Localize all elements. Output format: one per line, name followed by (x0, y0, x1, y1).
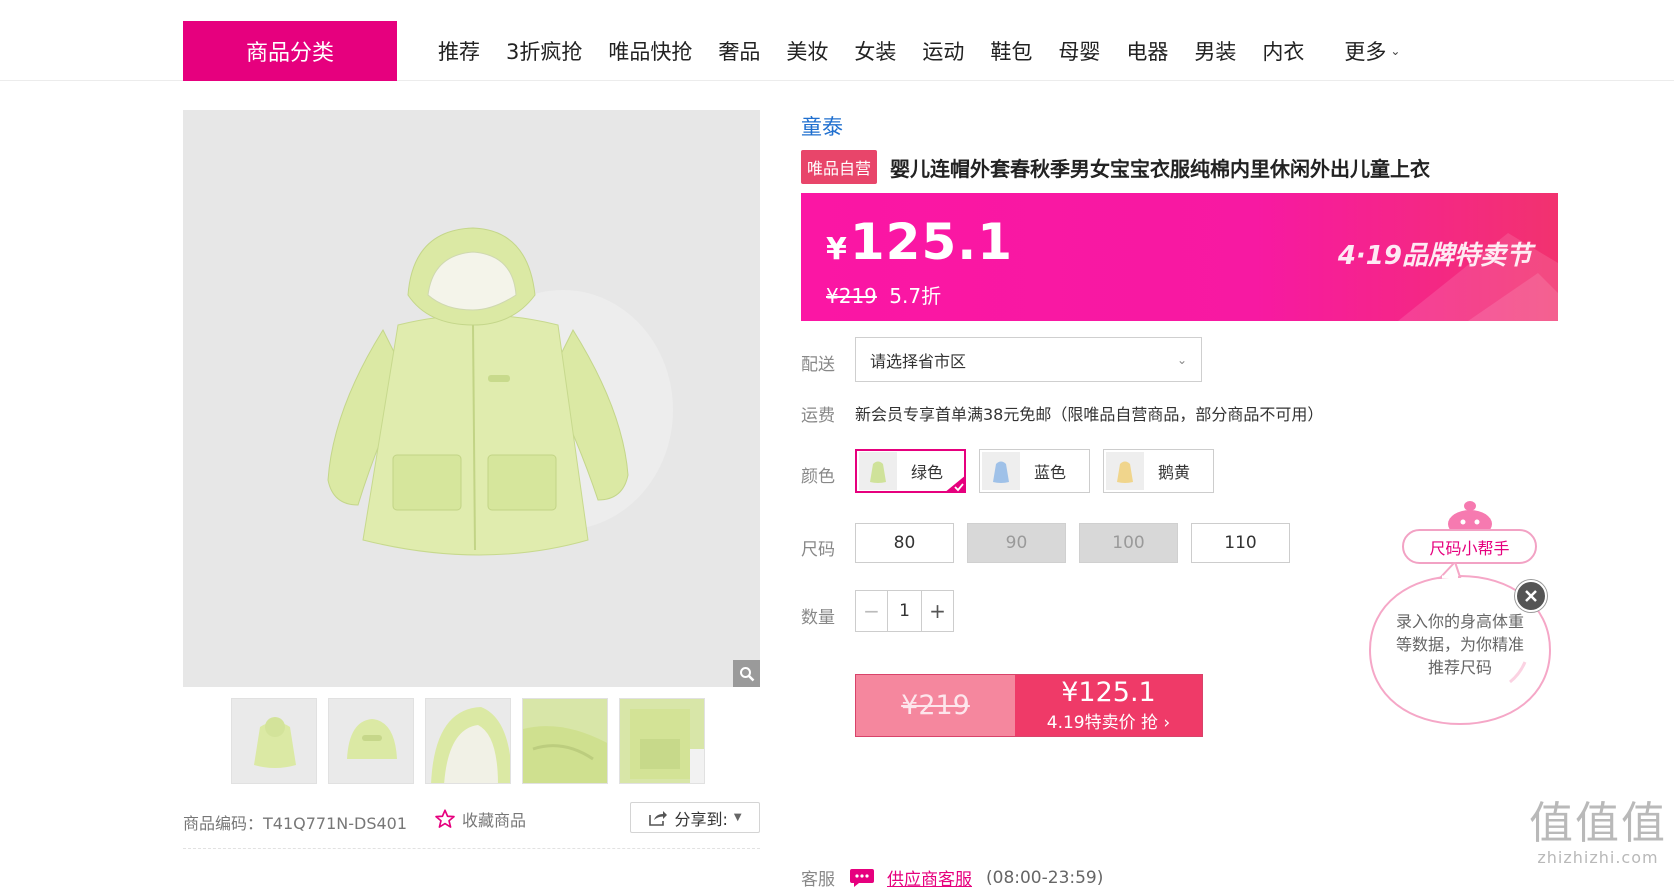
watermark: 值值值 zhizhizhi.com (1528, 798, 1668, 868)
thumbnail-3[interactable] (425, 698, 511, 784)
original-price: ¥219 (826, 284, 877, 308)
title-row: 唯品自营 婴儿连帽外套春秋季男女宝宝衣服纯棉内里休闲外出儿童上衣 (801, 150, 1430, 184)
color-option-green[interactable]: 绿色 (855, 449, 966, 493)
nav-item-women[interactable]: 女装 (854, 36, 896, 66)
size-helper-close-button[interactable] (1515, 580, 1547, 612)
thumbnail-5[interactable] (619, 698, 705, 784)
share-button[interactable]: 分享到: ▼ (630, 802, 760, 833)
service-label: 客服 (801, 870, 835, 890)
thumbnail-1[interactable] (231, 698, 317, 784)
nav-item-luxury[interactable]: 奢品 (718, 36, 760, 66)
size-options: 80 90 100 110 (855, 523, 1290, 563)
color-option-yellow[interactable]: 鹅黄 (1103, 449, 1214, 493)
color-label: 颜色 (801, 467, 835, 487)
favorite-button[interactable]: 收藏商品 (434, 807, 526, 831)
close-icon (1525, 590, 1537, 602)
quantity-value[interactable]: 1 (887, 591, 922, 631)
watermark-logo: 值值值 (1529, 798, 1667, 849)
nav-items: 推荐 3折疯抢 唯品快抢 奢品 美妆 女装 运动 鞋包 母婴 电器 男装 内衣 … (438, 34, 1426, 68)
item-code: 商品编码：T41Q771N-DS401 (183, 814, 408, 833)
service-hours: (08:00-23:59) (986, 867, 1104, 888)
chevron-down-icon: ⌄ (1176, 352, 1187, 367)
size-option-80[interactable]: 80 (855, 523, 954, 563)
buy-original-price-panel: ¥219 (856, 675, 1015, 736)
chat-icon (850, 868, 874, 887)
discount-rate: 5.7折 (889, 284, 942, 308)
region-select[interactable]: 请选择省市区 ⌄ (855, 337, 1202, 382)
category-menu-button[interactable]: 商品分类 (183, 21, 397, 81)
thumbnail-4[interactable] (522, 698, 608, 784)
size-label: 尺码 (801, 540, 835, 560)
currency-symbol: ¥ (826, 232, 847, 267)
size-option-100: 100 (1079, 523, 1178, 563)
customer-service-row: 客服 供应商客服 (08:00-23:59) (801, 865, 1103, 890)
nav-item-men[interactable]: 男装 (1194, 36, 1236, 66)
nav-item-sports[interactable]: 运动 (922, 36, 964, 66)
shipping-label: 运费 (801, 406, 835, 426)
zoom-button[interactable] (733, 660, 760, 687)
buy-subtitle: 4.19特卖价 抢 › (1046, 713, 1171, 733)
self-operated-badge: 唯品自营 (801, 150, 878, 184)
share-icon (649, 810, 668, 826)
price-value: 125.1 (849, 213, 1014, 271)
delivery-label: 配送 (801, 355, 835, 375)
thumbnail-2[interactable] (328, 698, 414, 784)
color-options: 绿色 蓝色 鹅黄 (855, 449, 1214, 493)
magnifier-icon (739, 666, 754, 681)
quantity-decrease-button[interactable]: − (856, 591, 887, 631)
quantity-stepper: − 1 + (855, 590, 954, 632)
quantity-increase-button[interactable]: + (922, 591, 953, 631)
supplier-service-link[interactable]: 供应商客服 (887, 865, 972, 890)
gallery-meta-row: 商品编码：T41Q771N-DS401 收藏商品 分享到: ▼ (183, 802, 760, 836)
price-sub: ¥219 5.7折 (826, 280, 941, 309)
color-swatch-blue (982, 452, 1020, 490)
quantity-label: 数量 (801, 608, 835, 628)
color-swatch-green (859, 452, 897, 490)
product-title: 婴儿连帽外套春秋季男女宝宝衣服纯棉内里休闲外出儿童上衣 (890, 156, 1431, 181)
nav-item-flash-30[interactable]: 3折疯抢 (506, 36, 582, 66)
color-swatch-yellow (1106, 452, 1144, 490)
buy-original-price: ¥219 (901, 690, 970, 721)
nav-item-baby[interactable]: 母婴 (1058, 36, 1100, 66)
current-price: ¥ 125.1 (826, 213, 1013, 271)
region-select-value: 请选择省市区 (870, 351, 967, 371)
buy-now-button[interactable]: ¥219 ¥125.1 4.19特卖价 抢 › (855, 674, 1203, 737)
size-helper-text: 录入你的身高体重等数据，为你精准推荐尺码 (1395, 612, 1524, 677)
nav-item-beauty[interactable]: 美妆 (786, 36, 828, 66)
product-main-image[interactable] (183, 110, 760, 687)
nav-item-quick-grab[interactable]: 唯品快抢 (608, 36, 692, 66)
nav-more-label: 更多 (1344, 40, 1387, 64)
size-option-110[interactable]: 110 (1191, 523, 1290, 563)
nav-item-underwear[interactable]: 内衣 (1262, 36, 1304, 66)
top-navigation: 商品分类 推荐 3折疯抢 唯品快抢 奢品 美妆 女装 运动 鞋包 母婴 电器 男… (0, 0, 1674, 81)
color-name: 绿色 (911, 463, 944, 482)
nav-item-appliances[interactable]: 电器 (1126, 36, 1168, 66)
caret-down-icon: ▼ (733, 812, 742, 823)
nav-item-shoes-bags[interactable]: 鞋包 (990, 36, 1032, 66)
nav-item-recommend[interactable]: 推荐 (438, 36, 480, 66)
color-name: 鹅黄 (1158, 463, 1191, 482)
color-name: 蓝色 (1034, 463, 1067, 482)
nav-more-button[interactable]: 更多 ⌄ (1344, 36, 1400, 66)
star-icon (435, 809, 455, 828)
chevron-down-icon: ⌄ (1390, 44, 1401, 58)
brand-link[interactable]: 童泰 (801, 111, 843, 141)
thumbnail-strip (231, 698, 705, 784)
buy-sale-price: ¥125.1 (1061, 677, 1156, 708)
watermark-url: zhizhizhi.com (1537, 848, 1659, 867)
buy-sale-price-panel: ¥125.1 4.19特卖价 抢 › (1015, 675, 1202, 736)
jacket-illustration (327, 227, 673, 556)
color-option-blue[interactable]: 蓝色 (979, 449, 1090, 493)
shipping-info: 新会员专享首单满38元免邮（限唯品自营商品，部分商品不可用） (855, 405, 1324, 424)
share-label: 分享到: (674, 809, 728, 829)
promo-text: 4·19品牌特卖节 (1337, 241, 1532, 271)
price-banner: ¥ 125.1 ¥219 5.7折 4·19品牌特卖节 (801, 193, 1558, 321)
size-helper-button[interactable]: 尺码小帮手 (1402, 529, 1537, 564)
size-option-90: 90 (967, 523, 1066, 563)
selected-check-icon (944, 475, 966, 493)
divider (183, 848, 760, 849)
favorite-label: 收藏商品 (462, 811, 527, 830)
